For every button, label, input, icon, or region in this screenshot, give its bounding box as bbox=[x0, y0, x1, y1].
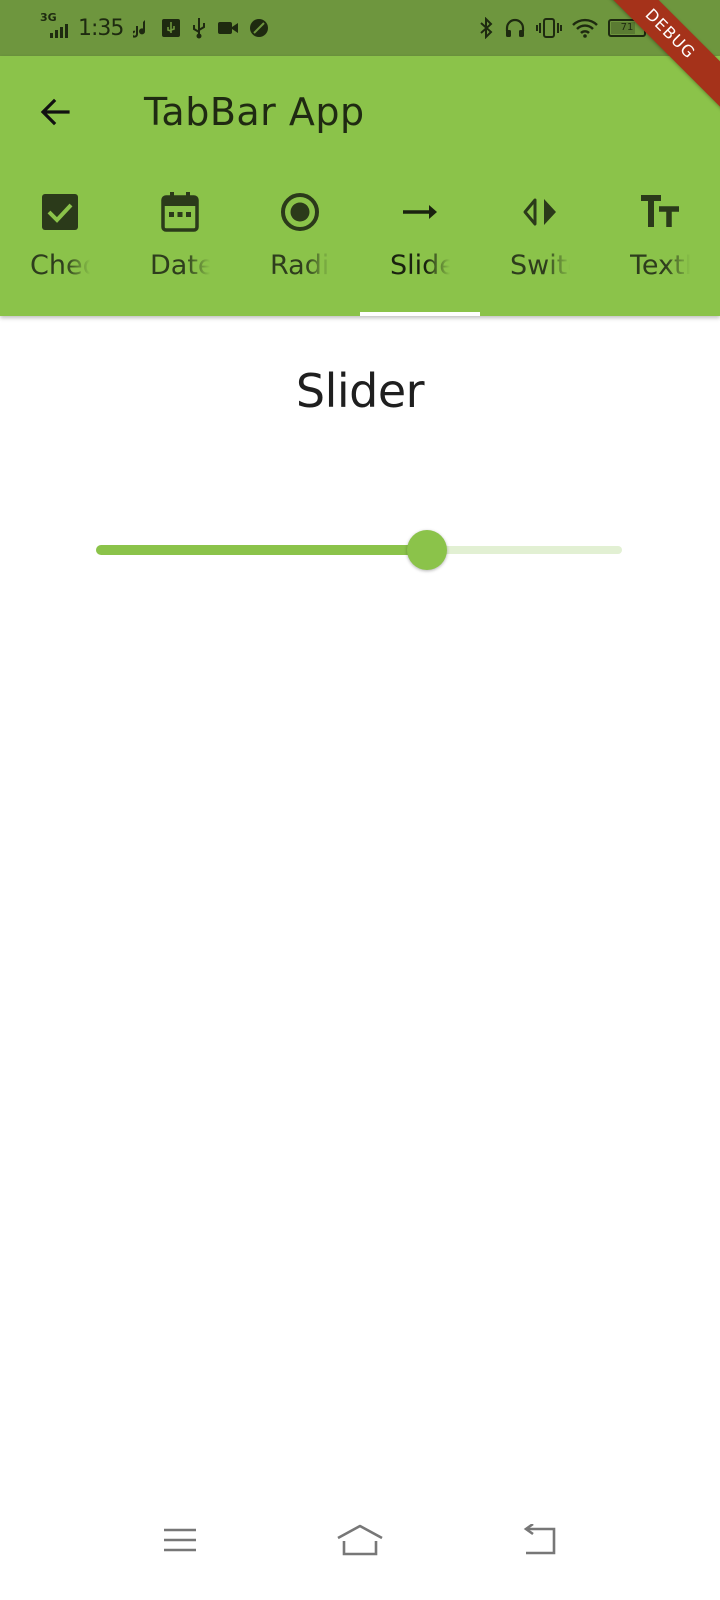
tab-radio[interactable]: Radio bbox=[240, 180, 360, 316]
status-bar: 3G 1:35 71 bbox=[0, 0, 720, 56]
app-bar: TabBar App Checkbox Date Radio bbox=[0, 56, 720, 316]
usb-debug-icon bbox=[162, 19, 181, 37]
arrow-back-icon bbox=[40, 98, 70, 126]
radio-button-icon bbox=[278, 190, 322, 234]
tab-switch[interactable]: Switch bbox=[480, 180, 600, 316]
status-time: 1:35 bbox=[78, 15, 124, 41]
content-area: Slider bbox=[0, 316, 720, 1476]
navigation-bar bbox=[0, 1480, 720, 1600]
home-button[interactable] bbox=[320, 1510, 400, 1570]
headphones-icon bbox=[505, 18, 525, 37]
tab-label: Date bbox=[150, 250, 210, 281]
bluetooth-icon bbox=[480, 17, 493, 39]
vibrate-icon bbox=[536, 18, 562, 38]
switch-arrows-icon bbox=[518, 190, 562, 234]
arrow-right-icon bbox=[398, 190, 442, 234]
calendar-icon bbox=[158, 190, 202, 234]
network-type: 3G bbox=[40, 11, 57, 24]
text-fields-icon bbox=[638, 190, 682, 234]
status-left: 3G 1:35 bbox=[40, 12, 269, 44]
page-title: Slider bbox=[295, 364, 425, 418]
tab-label: Checkbox bbox=[30, 250, 90, 281]
tab-date[interactable]: Date bbox=[120, 180, 240, 316]
back-nav-button[interactable] bbox=[500, 1510, 580, 1570]
battery-level: 71 bbox=[620, 22, 634, 33]
usb-icon bbox=[193, 18, 206, 39]
slider[interactable] bbox=[96, 526, 622, 574]
app-title: TabBar App bbox=[144, 90, 365, 134]
tab-label: TextField bbox=[630, 250, 690, 281]
slider-track-active bbox=[96, 545, 427, 555]
tab-bar: Checkbox Date Radio Slider bbox=[0, 180, 720, 316]
tab-slider[interactable]: Slider bbox=[360, 180, 480, 316]
back-nav-icon bbox=[523, 1524, 556, 1555]
leaf-icon bbox=[250, 19, 269, 37]
video-icon bbox=[218, 22, 239, 34]
signal-icon: 3G bbox=[40, 12, 68, 38]
menu-icon bbox=[164, 1528, 196, 1552]
back-button[interactable] bbox=[28, 84, 84, 140]
slider-thumb[interactable] bbox=[407, 530, 447, 570]
tab-label: Radio bbox=[270, 250, 330, 281]
tab-label: Slider bbox=[390, 250, 450, 281]
wifi-icon bbox=[572, 18, 598, 38]
tab-label: Switch bbox=[510, 250, 570, 281]
tab-checkbox[interactable]: Checkbox bbox=[0, 180, 120, 316]
tab-textfield[interactable]: TextField bbox=[600, 180, 720, 316]
home-icon bbox=[337, 1524, 383, 1556]
check-box-icon bbox=[38, 190, 82, 234]
music-note-icon bbox=[133, 20, 146, 38]
screen: 3G 1:35 71 DEBUG TabBar App Chec Date Ra… bbox=[0, 0, 720, 1600]
menu-button[interactable] bbox=[140, 1510, 220, 1570]
